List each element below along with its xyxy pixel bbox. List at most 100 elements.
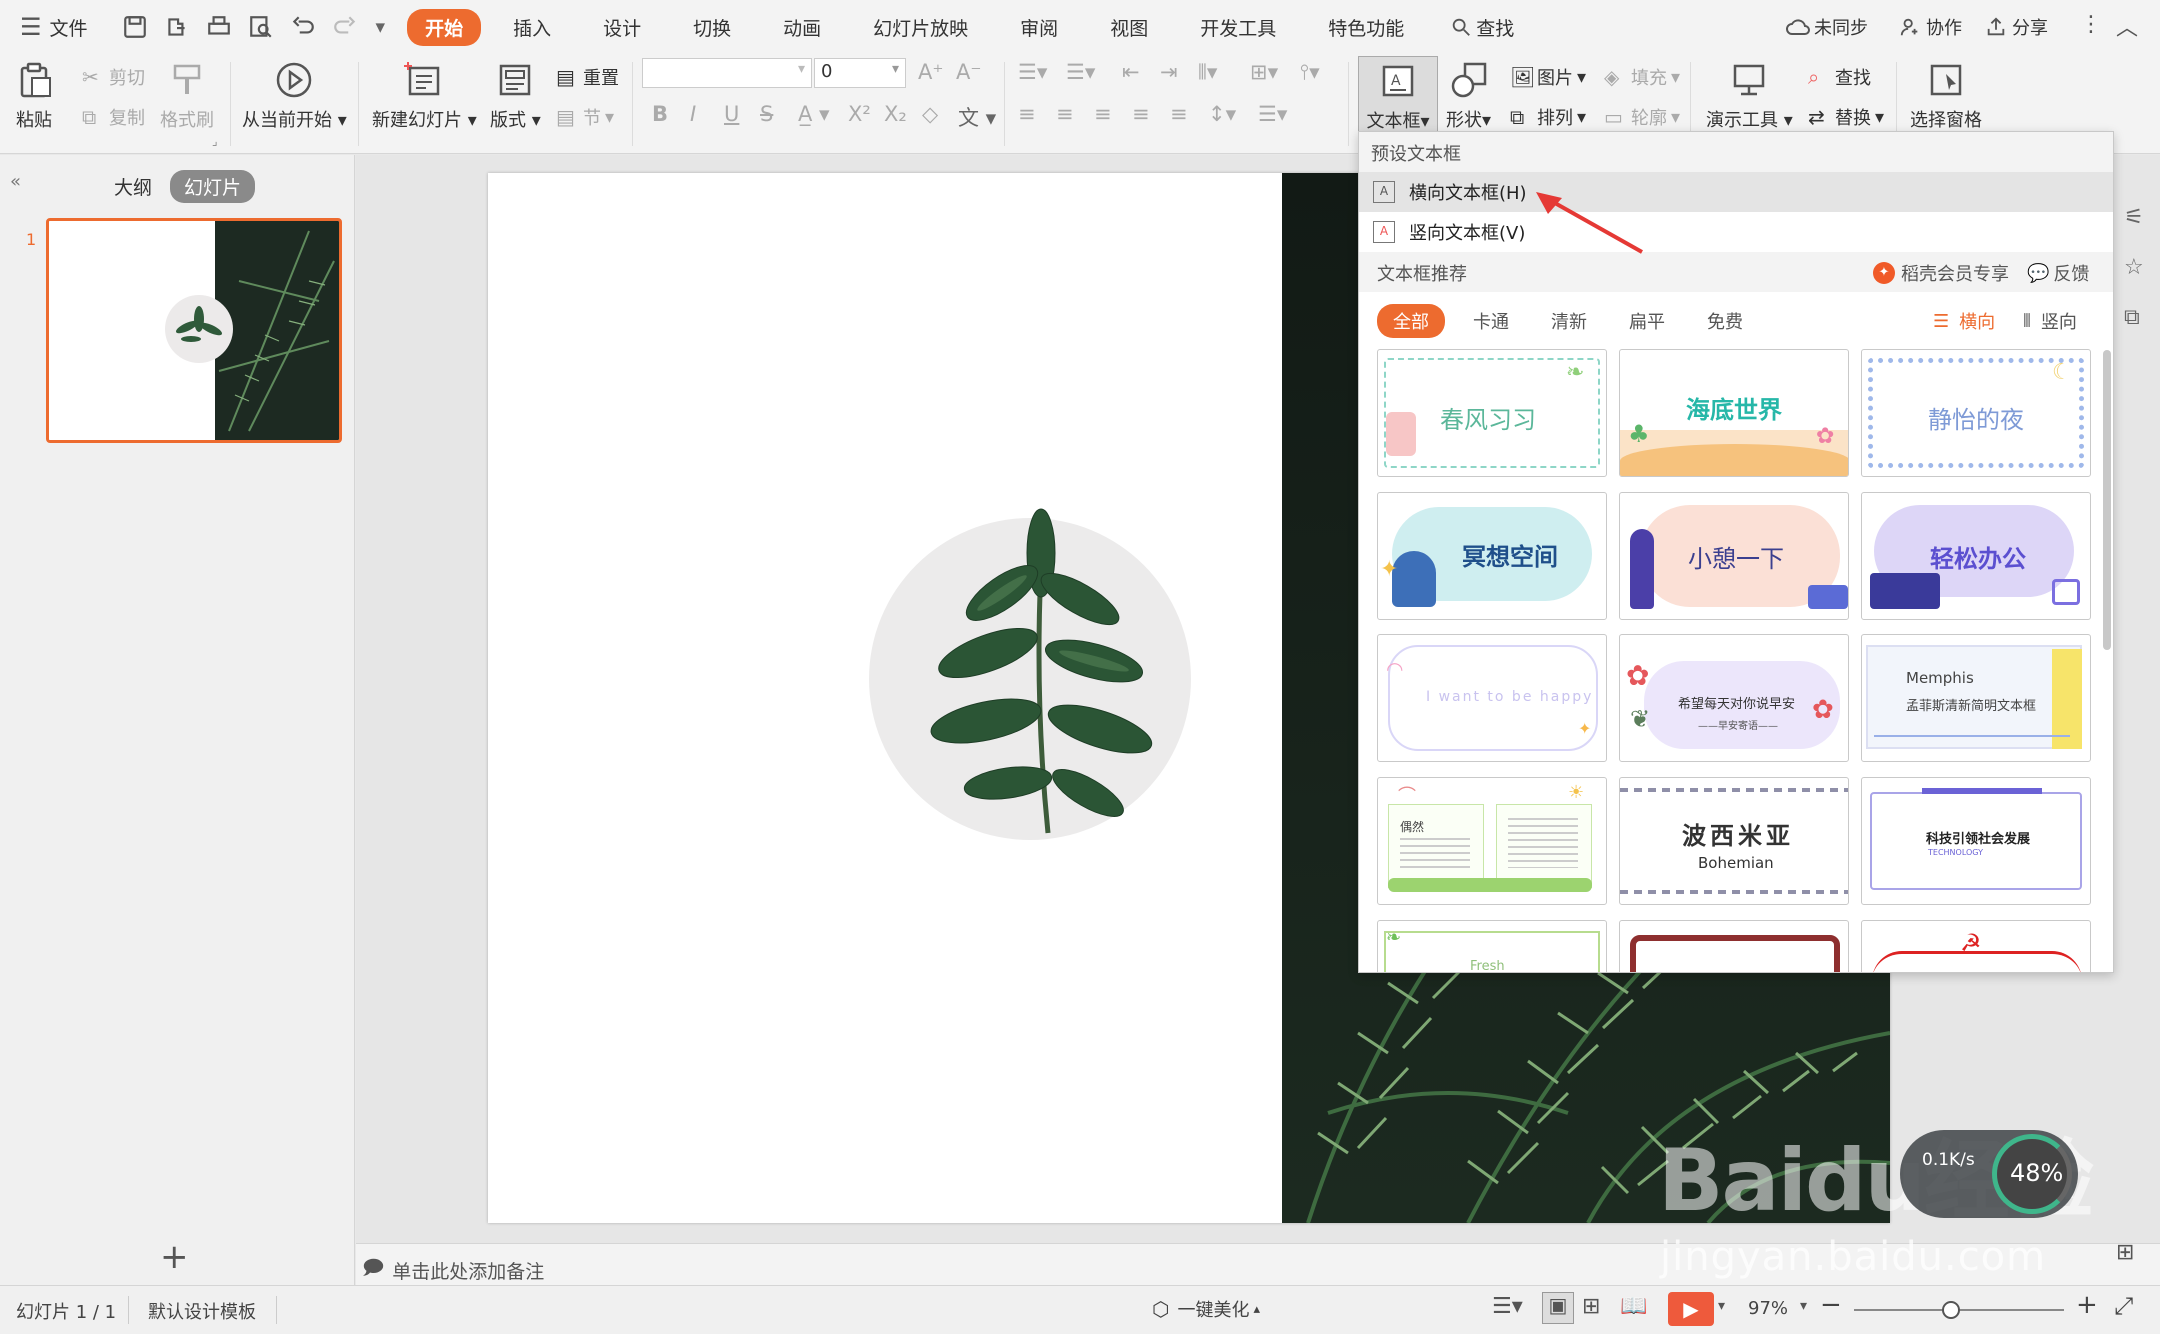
section-button[interactable]: ▤ 节 ▾ [556, 104, 614, 130]
zoom-slider[interactable] [1854, 1301, 2064, 1319]
text-direction-icon[interactable]: ⊞▾ [1250, 60, 1278, 84]
orient-vertical-toggle[interactable]: ⦀ 竖向 [2023, 308, 2077, 334]
collapse-panel-icon[interactable]: « [10, 171, 21, 192]
tab-transitions[interactable]: 切换 [677, 14, 747, 41]
tab-animations[interactable]: 动画 [767, 14, 837, 41]
filter-cartoon[interactable]: 卡通 [1473, 308, 1509, 334]
distribute-icon[interactable]: ≡ [1170, 102, 1188, 126]
paragraph-icon[interactable]: ☰▾ [1258, 102, 1287, 126]
superscript-icon[interactable]: X² [848, 102, 871, 126]
vertical-textbox-option[interactable]: A 竖向文本框(V) [1359, 212, 2113, 252]
property-icon[interactable]: ⚟ [2124, 205, 2144, 230]
slide-thumbnail[interactable] [46, 218, 342, 443]
file-menu[interactable]: ☰ 文件 [20, 13, 88, 41]
format-painter-button[interactable]: 格式刷 [160, 60, 214, 132]
text-effect-icon[interactable]: 文 ▾ [958, 102, 996, 132]
collab-button[interactable]: 协作 [1898, 14, 1962, 40]
horizontal-textbox-option[interactable]: A 横向文本框(H) [1359, 172, 2113, 212]
tab-review[interactable]: 审阅 [1004, 14, 1074, 41]
slide-sorter-icon[interactable]: ⊞ [1582, 1294, 1600, 1319]
dropdown-scrollbar[interactable] [2103, 350, 2111, 650]
selection-pane-button[interactable]: 选择窗格 [1910, 60, 1982, 132]
dialog-launcher-icon[interactable]: ⌟ [212, 134, 218, 148]
print-preview-icon[interactable] [248, 14, 274, 40]
template-card[interactable]: 轻松办公 [1861, 492, 2091, 620]
template-card[interactable]: ✦ 冥想空间 [1377, 492, 1607, 620]
zoom-level[interactable]: 97% [1748, 1298, 1788, 1319]
filter-free[interactable]: 免费 [1707, 308, 1743, 334]
outline-button[interactable]: ▭ 轮廓 ▾ [1604, 104, 1680, 130]
template-card[interactable]: 波西米亚 Bohemian [1619, 777, 1849, 905]
bold-icon[interactable]: B [652, 102, 668, 126]
template-card[interactable]: ✿ ✿ ❦ 希望每天对你说早安 ——早安寄语—— [1619, 634, 1849, 762]
search-command[interactable]: 查找 [1450, 14, 1514, 41]
subscript-icon[interactable]: X₂ [884, 102, 907, 126]
tab-developer[interactable]: 开发工具 [1184, 14, 1292, 41]
collapse-ribbon-icon[interactable]: ︿ [2116, 10, 2138, 42]
filter-all[interactable]: 全部 [1377, 304, 1445, 338]
panel-grid-icon[interactable]: ⊞ [2116, 1240, 2134, 1265]
justify-icon[interactable]: ≡ [1132, 102, 1150, 126]
notes-toggle-icon[interactable]: ☰▾ [1492, 1294, 1523, 1319]
redo-icon[interactable] [332, 14, 358, 40]
orient-horizontal-toggle[interactable]: ☰ 横向 [1933, 308, 1995, 334]
notes-placeholder[interactable]: 🗩 单击此处添加备注 [362, 1253, 544, 1287]
paste-button[interactable]: 粘贴 [14, 60, 54, 132]
tab-slides[interactable]: 幻灯片 [170, 170, 256, 203]
zoom-out-icon[interactable]: − [1820, 1290, 1842, 1320]
new-slide-button[interactable]: 新建幻灯片 ▾ [372, 60, 477, 132]
undo-icon[interactable] [290, 14, 316, 40]
animation-icon[interactable]: ☆ [2124, 255, 2144, 280]
align-center-icon[interactable]: ≡ [1056, 102, 1074, 126]
increase-font-icon[interactable]: A⁺ [918, 60, 943, 84]
add-slide-button[interactable]: + [160, 1237, 189, 1277]
play-slideshow-button[interactable]: ▶ [1668, 1292, 1714, 1326]
line-spacing-icon[interactable]: ↕▾ [1208, 102, 1236, 126]
fit-window-icon[interactable]: ⤢ [2114, 1292, 2133, 1320]
picture-button[interactable]: 🖼 图片 ▾ [1510, 64, 1586, 90]
reading-view-icon[interactable]: 📖 [1620, 1294, 1647, 1319]
decrease-font-icon[interactable]: A⁻ [956, 60, 981, 84]
filter-flat[interactable]: 扁平 [1629, 308, 1665, 334]
indent-decrease-icon[interactable]: ⇤ [1122, 60, 1140, 84]
font-family-select[interactable]: ▾ [642, 58, 812, 88]
share-button[interactable]: 分享 [1984, 14, 2048, 40]
template-card[interactable]: 小憩一下 [1619, 492, 1849, 620]
find-button[interactable]: ⌕ 查找 [1808, 64, 1871, 90]
font-size-select[interactable]: 0 ▾ [814, 58, 906, 88]
transition-icon[interactable]: ⧉ [2124, 305, 2140, 330]
clear-format-icon[interactable]: ◇ [922, 102, 938, 126]
underline-icon[interactable]: U [724, 102, 739, 126]
zoom-options-icon[interactable]: ▾ [1800, 1298, 1807, 1314]
copy-button[interactable]: ⧉ 复制 [82, 104, 145, 130]
font-color-icon[interactable]: A̲ ▾ [798, 102, 830, 126]
layout-button[interactable]: 版式 ▾ [490, 60, 541, 132]
tab-home[interactable]: 开始 [407, 8, 482, 46]
reset-button[interactable]: ▤ 重置 [556, 64, 619, 90]
template-card[interactable]: ❧ 春风习习 [1377, 349, 1607, 477]
tab-slideshow[interactable]: 幻灯片放映 [857, 14, 984, 41]
tab-features[interactable]: 特色功能 [1312, 14, 1420, 41]
save-icon[interactable] [122, 14, 148, 40]
print-icon[interactable] [206, 14, 232, 40]
tab-design[interactable]: 设计 [587, 14, 657, 41]
normal-view-icon[interactable]: ▣ [1542, 1292, 1574, 1324]
template-card[interactable] [1619, 920, 1849, 972]
template-card[interactable]: ◠ ✦ I want to be happy [1377, 634, 1607, 762]
indent-increase-icon[interactable]: ⇥ [1160, 60, 1178, 84]
feedback-link[interactable]: 💬 反馈 [2027, 260, 2089, 286]
template-name[interactable]: 默认设计模板 [148, 1298, 256, 1324]
template-card[interactable]: ☾ 静怡的夜 [1861, 349, 2091, 477]
bullets-icon[interactable]: ☰▾ [1018, 60, 1047, 84]
numbering-icon[interactable]: ☰▾ [1066, 60, 1095, 84]
replace-button[interactable]: ⇄ 替换 ▾ [1808, 104, 1884, 130]
italic-icon[interactable]: I [690, 102, 696, 126]
arrange-button[interactable]: ⧉ 排列 ▾ [1510, 104, 1586, 130]
zoom-slider-thumb[interactable] [1942, 1301, 1960, 1319]
play-from-current-button[interactable]: 从当前开始 ▾ [242, 60, 347, 132]
more-icon[interactable]: ⋮ [2080, 12, 2102, 37]
template-card[interactable]: ☀ ⌒ 偶然 [1377, 777, 1607, 905]
filter-fresh[interactable]: 清新 [1551, 308, 1587, 334]
strikethrough-icon[interactable]: S [760, 102, 773, 126]
template-card[interactable]: Memphis 孟菲斯清新简明文本框 [1861, 634, 2091, 762]
